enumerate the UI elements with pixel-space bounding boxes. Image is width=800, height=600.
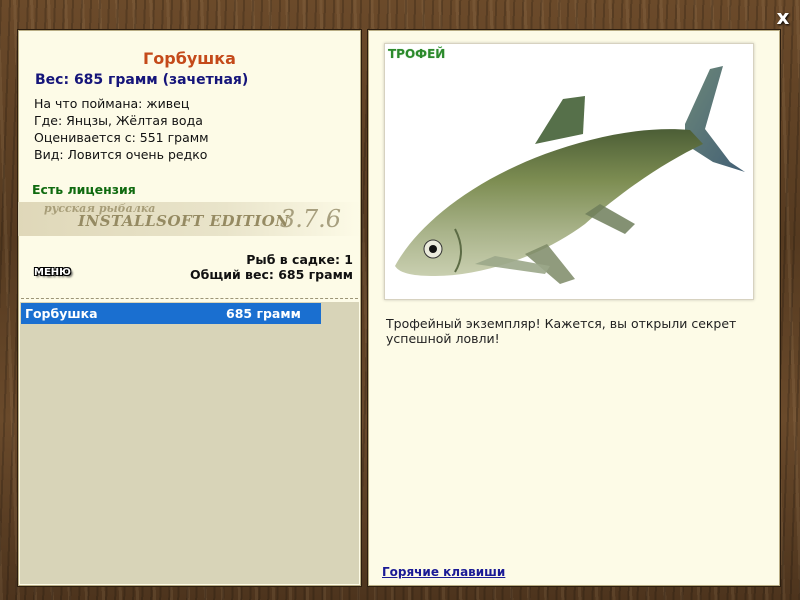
fish-image (395, 66, 745, 284)
fish-weight: Вес: 685 грамм (зачетная) (35, 72, 249, 88)
catch-location: Где: Янцзы, Жёлтая вода (34, 113, 203, 128)
fish-info-panel: Горбушка Вес: 685 грамм (зачетная) На чт… (17, 29, 362, 587)
watermark-edition: INSTALLSOFT EDITION (78, 212, 290, 230)
divider (21, 298, 358, 299)
license-status: Есть лицензия (32, 182, 136, 197)
list-item[interactable]: Горбушка 685 грамм (21, 303, 321, 324)
hotkeys-link[interactable]: Горячие клавиши (382, 565, 505, 579)
fish-photo-card: ТРОФЕЙ (384, 43, 754, 300)
watermark-version: 3.7.6 (280, 205, 342, 233)
cage-total-weight: Общий вес: 685 грамм (190, 267, 353, 282)
edition-watermark: русская рыбалка INSTALLSOFT EDITION 3.7.… (18, 202, 361, 236)
cage-fish-count: Рыб в садке: 1 (246, 252, 353, 267)
list-item-weight: 685 грамм (226, 306, 301, 321)
close-button[interactable]: x (772, 6, 794, 28)
fish-name-title: Горбушка (143, 49, 236, 68)
fish-list: Горбушка 685 грамм (20, 302, 359, 584)
menu-button[interactable]: МЕНЮ (34, 267, 71, 278)
list-item-name: Горбушка (25, 306, 98, 321)
caught-with: На что поймана: живец (34, 96, 190, 111)
trophy-panel: ТРОФЕЙ Трофейный экземпляр! Кажется, вы … (367, 29, 781, 587)
fish-kind: Вид: Ловится очень редко (34, 147, 208, 162)
rated-from: Оценивается с: 551 грамм (34, 130, 209, 145)
close-icon: x (776, 5, 790, 29)
trophy-description: Трофейный экземпляр! Кажется, вы открыли… (386, 316, 737, 346)
